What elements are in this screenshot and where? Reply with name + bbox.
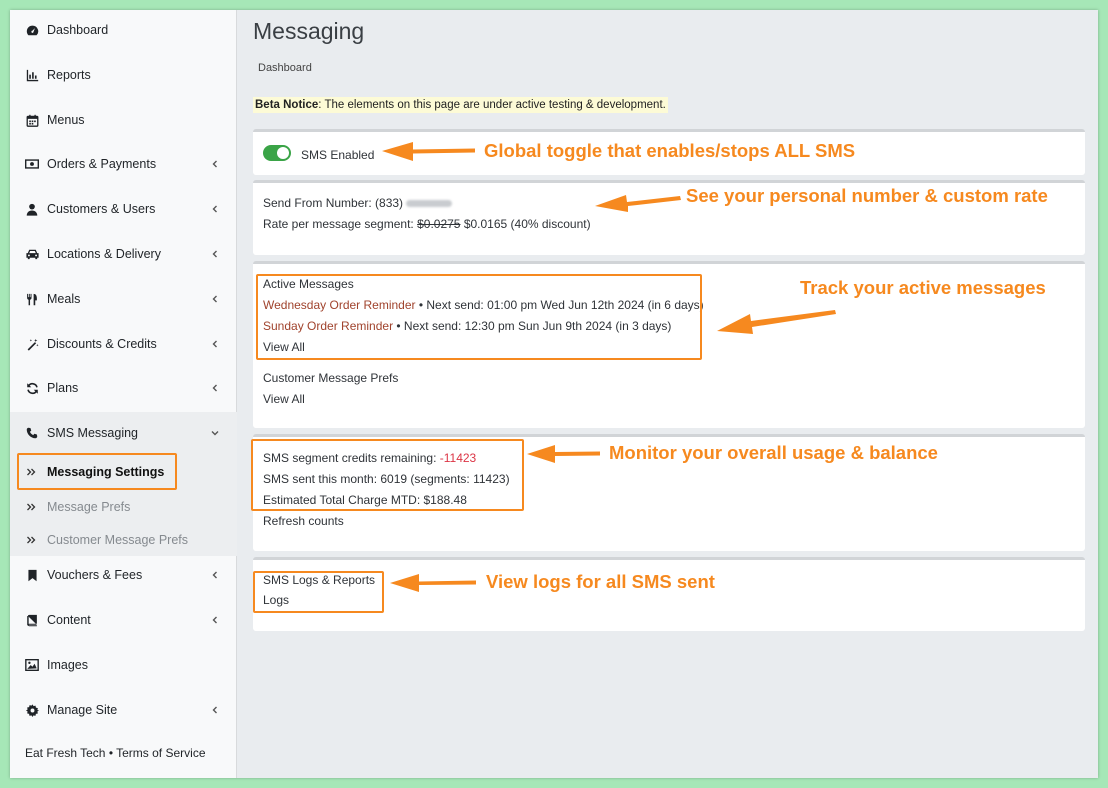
sidebar-item-label: Customers & Users (47, 202, 156, 216)
annotation-active: Track your active messages (800, 277, 1046, 298)
utensils-icon (24, 291, 40, 307)
sidebar-subitem-message-prefs[interactable]: Message Prefs (10, 490, 237, 523)
calendar-icon (24, 112, 40, 128)
sidebar-item-manage-site[interactable]: Manage Site (10, 692, 237, 728)
sidebar-item-discounts-credits[interactable]: Discounts & Credits (10, 326, 237, 362)
sidebar-item-label: Plans (47, 381, 79, 395)
send-from-number: Send From Number: (833) (263, 196, 453, 210)
annotation-usage: Monitor your overall usage & balance (609, 442, 938, 463)
bar-chart-icon (24, 67, 40, 83)
send-from-label: Send From Number: (833) (263, 196, 404, 210)
highlight-box-usage (251, 439, 524, 511)
sidebar-subitem-customer-message-prefs[interactable]: Customer Message Prefs (10, 523, 237, 556)
book-icon (24, 612, 40, 628)
beta-notice: Beta Notice: The elements on this page a… (253, 97, 668, 113)
sidebar-item-vouchers-fees[interactable]: Vouchers & Fees (10, 557, 237, 593)
beta-notice-label: Beta Notice (255, 99, 319, 111)
double-chevron-right-icon (27, 536, 36, 543)
sidebar-item-content[interactable]: Content (10, 602, 237, 638)
sidebar-item-customers-users[interactable]: Customers & Users (10, 191, 237, 227)
chevron-left-icon (212, 571, 217, 579)
sidebar-item-label: Images (47, 658, 88, 672)
refresh-counts-link[interactable]: Refresh counts (263, 514, 344, 528)
beta-notice-text: : The elements on this page are under ac… (318, 99, 666, 111)
sidebar-item-label: Vouchers & Fees (47, 568, 143, 582)
sidebar-item-reports[interactable]: Reports (10, 57, 237, 93)
breadcrumb[interactable]: Dashboard (258, 62, 312, 74)
double-chevron-right-icon (27, 503, 36, 510)
sidebar-item-label: Reports (47, 68, 91, 82)
sidebar-subitem-label: Customer Message Prefs (47, 532, 189, 547)
rate-label: Rate per message segment: (263, 217, 414, 231)
chevron-down-icon (211, 431, 219, 436)
annotation-toggle: Global toggle that enables/stops ALL SMS (484, 140, 856, 161)
annotation-logs: View logs for all SMS sent (486, 571, 715, 592)
chevron-left-icon (212, 295, 217, 303)
sidebar-item-label: Menus (47, 113, 85, 127)
app-window: Dashboard Reports Menus Orders & Payment… (10, 10, 1098, 778)
chevron-left-icon (212, 616, 217, 624)
sidebar-subitem-label: Message Prefs (47, 499, 131, 514)
chevron-left-icon (212, 205, 217, 213)
annotation-number: See your personal number & custom rate (686, 185, 1048, 206)
sidebar-item-locations-delivery[interactable]: Locations & Delivery (10, 236, 237, 272)
rate-per-segment: Rate per message segment: $0.0275 $0.016… (263, 217, 591, 231)
highlight-box-logs (253, 571, 384, 613)
car-icon (24, 246, 40, 262)
sidebar-item-label: Locations & Delivery (47, 247, 161, 261)
sidebar-item-label: Meals (47, 292, 81, 306)
view-all-prefs-link[interactable]: View All (263, 392, 305, 406)
sidebar-footer[interactable]: Eat Fresh Tech • Terms of Service (25, 746, 206, 760)
sms-enabled-toggle[interactable] (263, 145, 291, 161)
bookmark-icon (24, 567, 40, 583)
sidebar: Dashboard Reports Menus Orders & Payment… (10, 10, 237, 778)
chevron-left-icon (212, 250, 217, 258)
rate-old: $0.0275 (417, 217, 461, 231)
page-title: Messaging (253, 18, 365, 44)
highlight-box-messaging-settings (17, 453, 177, 490)
customer-prefs-title: Customer Message Prefs (263, 371, 399, 385)
sidebar-item-dashboard[interactable]: Dashboard (10, 12, 237, 48)
magic-wand-icon (24, 336, 40, 352)
sidebar-item-meals[interactable]: Meals (10, 281, 237, 317)
chevron-left-icon (212, 384, 217, 392)
sidebar-item-label: Orders & Payments (47, 157, 157, 171)
main-content: Messaging Dashboard Beta Notice: The ele… (238, 10, 1098, 778)
image-icon (24, 657, 40, 673)
sidebar-item-orders-payments[interactable]: Orders & Payments (10, 146, 237, 182)
sidebar-item-sms-messaging[interactable]: SMS Messaging (10, 412, 237, 454)
sidebar-item-label: Content (47, 613, 91, 627)
sidebar-item-plans[interactable]: Plans (10, 370, 237, 406)
chevron-left-icon (212, 706, 217, 714)
sidebar-item-menus[interactable]: Menus (10, 102, 237, 138)
chevron-left-icon (212, 340, 217, 348)
sms-enabled-label: SMS Enabled (301, 148, 375, 162)
rate-new: $0.0165 (40% discount) (463, 217, 591, 231)
highlight-box-active-messages (256, 274, 702, 360)
tachometer-icon (24, 22, 40, 38)
sidebar-item-images[interactable]: Images (10, 647, 237, 683)
user-icon (24, 201, 40, 217)
refresh-icon (24, 380, 40, 396)
sidebar-item-label: Discounts & Credits (47, 337, 157, 351)
sidebar-item-label: Manage Site (47, 703, 118, 717)
gear-icon (24, 702, 40, 718)
money-icon (24, 156, 40, 172)
sidebar-item-label: Dashboard (47, 23, 109, 37)
phone-icon (24, 425, 40, 441)
masked-phone-number (406, 200, 453, 208)
sidebar-item-label: SMS Messaging (47, 426, 139, 440)
chevron-left-icon (212, 160, 217, 168)
